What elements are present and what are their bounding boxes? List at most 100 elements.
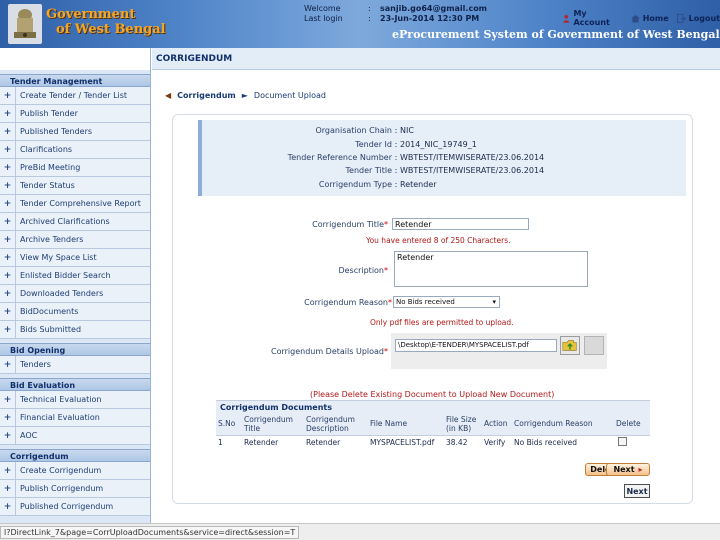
- sidebar-item-label: Create Corrigendum: [20, 466, 102, 475]
- sidebar-item[interactable]: + Archive Tenders: [0, 230, 150, 249]
- expand-plus-icon: +: [0, 320, 16, 339]
- arrow-right-icon: ▸: [638, 465, 643, 474]
- sidebar-item[interactable]: + Financial Evaluation: [0, 408, 150, 427]
- breadcrumb-arrow-icon: ◀: [165, 91, 172, 100]
- clear-file-button[interactable]: [584, 336, 604, 355]
- login-info: Welcome: sanjib.go64@gmail.com Last login…: [304, 4, 488, 23]
- sidebar-item[interactable]: + Technical Evaluation: [0, 390, 150, 409]
- breadcrumb-parent[interactable]: Corrigendum: [177, 91, 236, 100]
- expand-plus-icon: +: [0, 284, 16, 303]
- col-delete: Delete: [614, 413, 650, 436]
- delete-existing-warning: (Please Delete Existing Document to Uplo…: [310, 390, 555, 399]
- header-bar: Government of West Bengal Welcome: sanjib…: [0, 0, 720, 48]
- expand-plus-icon: +: [0, 302, 16, 321]
- pdf-only-hint: Only pdf files are permitted to upload.: [370, 318, 514, 327]
- sidebar-section-header: Bid Opening: [0, 343, 150, 356]
- my-account-link[interactable]: My Account: [562, 9, 623, 27]
- description-textarea[interactable]: Retender: [394, 251, 588, 287]
- sidebar-item[interactable]: + Downloaded Tenders: [0, 284, 150, 303]
- expand-plus-icon: +: [0, 426, 16, 445]
- sidebar-item[interactable]: + PreBid Meeting: [0, 158, 150, 177]
- sidebar-item-label: Clarifications: [20, 145, 73, 154]
- sidebar-item[interactable]: + Bids Submitted: [0, 320, 150, 339]
- sidebar-section-header: Bid Evaluation: [0, 378, 150, 391]
- corrigendum-reason-select[interactable]: No Bids received ▾: [393, 296, 500, 308]
- cell-file-name[interactable]: MYSPACELIST.pdf: [368, 435, 444, 449]
- expand-plus-icon: +: [0, 122, 16, 141]
- expand-plus-icon: +: [0, 390, 16, 409]
- sidebar-item[interactable]: + Archived Clarifications: [0, 212, 150, 231]
- sidebar-item[interactable]: + Create Corrigendum: [0, 461, 150, 480]
- page-title: CORRIGENDUM: [152, 48, 720, 70]
- sidebar-item[interactable]: + Tender Comprehensive Report: [0, 194, 150, 213]
- tender-info-box: Organisation Chain: NIC Tender Id:2014_NI…: [198, 120, 686, 196]
- info-label: Tender Title: [345, 166, 393, 175]
- cell-verify-link[interactable]: Verify: [482, 435, 512, 449]
- sidebar-item[interactable]: + View My Space List: [0, 248, 150, 267]
- sidebar-item[interactable]: + Clarifications: [0, 140, 150, 159]
- expand-plus-icon: +: [0, 248, 16, 267]
- info-row-tender-id: Tender Id:2014_NIC_19749_1: [202, 140, 690, 153]
- sidebar-spacer: [0, 48, 150, 70]
- expand-plus-icon: +: [0, 194, 16, 213]
- sidebar-item[interactable]: + AOC: [0, 426, 150, 445]
- home-icon: [630, 14, 640, 23]
- info-row-corr-type: Corrigendum Type: Retender: [202, 180, 690, 193]
- sidebar-item-label: AOC: [20, 431, 38, 440]
- chevron-down-icon: ▾: [492, 298, 496, 306]
- delete-checkbox[interactable]: [618, 436, 627, 446]
- next-button[interactable]: Next ▸: [606, 463, 650, 476]
- upload-file-input[interactable]: \Desktop\E-TENDER\MYSPACELIST.pdf: [395, 339, 557, 352]
- col-sno: S.No: [216, 413, 242, 436]
- sidebar-item-label: Technical Evaluation: [20, 395, 102, 404]
- home-label: Home: [642, 13, 669, 23]
- info-row-title: Tender Title: WBTEST/ITEMWISERATE/23.06.2…: [202, 166, 690, 179]
- user-icon: [562, 14, 570, 23]
- top-links: My Account Home Logout: [562, 9, 720, 27]
- info-row-ref-number: Tender Reference Number: WBTEST/ITEMWISER…: [202, 153, 690, 166]
- system-title: eProcurement System of Government of Wes…: [392, 28, 720, 41]
- info-label: Corrigendum Type: [318, 180, 392, 189]
- sidebar-item-label: Create Tender / Tender List: [20, 91, 128, 100]
- home-link[interactable]: Home: [630, 9, 669, 27]
- sidebar-item[interactable]: + Publish Corrigendum: [0, 479, 150, 498]
- sidebar-item[interactable]: + Tender Status: [0, 176, 150, 195]
- sidebar-item-label: Publish Corrigendum: [20, 484, 104, 493]
- browse-button[interactable]: [560, 336, 580, 355]
- col-corrigendum-title: Corrigendum Title: [242, 413, 304, 436]
- col-file-size: File Size (in KB): [444, 413, 482, 436]
- sidebar-item[interactable]: + Tenders: [0, 355, 150, 374]
- sidebar-item[interactable]: + Create Tender / Tender List: [0, 86, 150, 105]
- corrigendum-documents-title: Corrigendum Documents: [216, 400, 650, 413]
- sidebar: Tender Management + Create Tender / Tender…: [0, 48, 151, 523]
- my-account-label: My Account: [573, 9, 610, 27]
- brand-line-1: Government: [46, 7, 136, 22]
- corrigendum-documents-table: S.No Corrigendum Title Corrigendum Descr…: [216, 413, 650, 449]
- sidebar-item[interactable]: + Enlisted Bidder Search: [0, 266, 150, 285]
- breadcrumb-separator-icon: ►: [241, 91, 248, 100]
- info-value: NIC: [400, 126, 414, 135]
- sidebar-item[interactable]: + Publish Tender: [0, 104, 150, 123]
- national-emblem-icon: [8, 4, 42, 44]
- corrigendum-title-input[interactable]: Retender: [392, 218, 529, 230]
- brand-logo-text: Government of West Bengal: [46, 7, 166, 37]
- expand-plus-icon: +: [0, 86, 16, 105]
- sidebar-item-label: Archive Tenders: [20, 235, 84, 244]
- sidebar-item-label: Enlisted Bidder Search: [20, 271, 111, 280]
- info-value: WBTEST/ITEMWISERATE/23.06.2014: [400, 153, 545, 162]
- logout-link[interactable]: Logout: [676, 9, 720, 27]
- expand-plus-icon: +: [0, 104, 16, 123]
- sidebar-section-header: Corrigendum: [0, 449, 150, 462]
- sidebar-item-label: Tender Comprehensive Report: [20, 199, 141, 208]
- cell-reason: No Bids received: [514, 437, 578, 447]
- info-value: WBTEST/ITEMWISERATE/23.06.2014: [400, 166, 545, 175]
- sidebar-item[interactable]: + Published Corrigendum: [0, 497, 150, 516]
- expand-plus-icon: +: [0, 266, 16, 285]
- sidebar-item[interactable]: + BidDocuments: [0, 302, 150, 321]
- expand-plus-icon: +: [0, 140, 16, 159]
- sidebar-item[interactable]: + Published Tenders: [0, 122, 150, 141]
- info-value: 2014_NIC_19749_1: [400, 140, 477, 149]
- sidebar-item-label: Financial Evaluation: [20, 413, 100, 422]
- col-corrigendum-description: Corrigendum Description: [304, 413, 368, 436]
- next-plain-button[interactable]: Next: [624, 484, 650, 498]
